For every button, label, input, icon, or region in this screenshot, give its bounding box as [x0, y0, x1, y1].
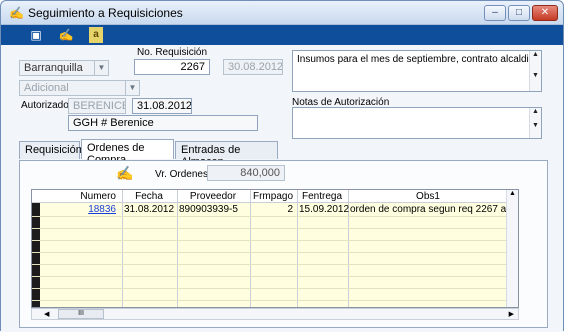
chevron-down-icon[interactable]: ▼ — [94, 61, 108, 75]
row-line — [32, 288, 518, 289]
scroll-right-icon[interactable]: ▶ — [509, 310, 514, 318]
descripcion-text: Insumos para el mes de septiembre, contr… — [297, 54, 535, 65]
sign-icon[interactable]: ✍ — [57, 27, 75, 43]
sign-icon: ✍ — [116, 165, 134, 181]
row-line — [32, 264, 518, 265]
app-window: ✍ Seguimiento a Requisiciones – □ ✕ ▣ ✍ … — [0, 0, 564, 332]
ordenes-tab-panel: ✍ Vr. Ordenes 840,000 Numero Fecha Prove… — [19, 160, 548, 328]
tab-ordenes-de-compra[interactable]: Ordenes de Compra — [81, 139, 174, 166]
no-requisicion-field[interactable]: 2267 — [134, 59, 210, 75]
notas-memo[interactable]: ▲ ▼ — [292, 107, 542, 139]
cell-proveedor: 890903939-5 — [179, 204, 238, 215]
window-title: Seguimiento a Requisiciones — [28, 6, 183, 20]
cell-frmpago: 2 — [287, 204, 293, 215]
row-line — [32, 276, 518, 277]
memo-scrollbar[interactable]: ▲ ▼ — [529, 108, 541, 138]
cell-obs1: orden de compra segun req 2267 alcaldi — [350, 204, 506, 215]
main-panel: No. Requisición Barranquilla ▼ 2267 30.0… — [1, 45, 563, 332]
minimize-button[interactable]: – — [484, 5, 506, 21]
cell-numero[interactable]: 18836 — [42, 204, 120, 215]
tab-requisicion[interactable]: Requisición — [19, 141, 82, 159]
grid-header: Numero Fecha Proveedor Frmpago Fentrega … — [32, 190, 518, 203]
row-header-column — [32, 190, 40, 307]
col-frmpago[interactable]: Frmpago — [251, 191, 295, 202]
numero-link[interactable]: 18836 — [88, 204, 116, 215]
autorizado-user-field[interactable]: BERENICE — [68, 98, 126, 114]
col-obs1[interactable]: Obs1 — [349, 191, 507, 202]
row-line — [32, 252, 518, 253]
grid-horizontal-scrollbar[interactable]: ◀ III ▶ — [31, 308, 519, 320]
no-requisicion-label: No. Requisición — [137, 47, 208, 58]
row-line — [32, 240, 518, 241]
cell-fentrega: 15.09.2012 — [299, 204, 349, 215]
maximize-button[interactable]: □ — [508, 5, 530, 21]
fecha-field[interactable]: 30.08.2012 — [223, 59, 283, 75]
table-row[interactable]: 18836 31.08.2012 890903939-5 2 15.09.201… — [40, 204, 508, 216]
autorizado-name-field[interactable]: GGH # Berenice — [68, 115, 258, 131]
city-value: Barranquilla — [24, 62, 83, 74]
scroll-left-icon[interactable]: ◀ — [44, 310, 49, 318]
adicional-value: Adicional — [24, 82, 69, 94]
adicional-combo[interactable]: Adicional ▼ — [19, 80, 140, 96]
col-fecha[interactable]: Fecha — [123, 191, 175, 202]
ordenes-grid: Numero Fecha Proveedor Frmpago Fentrega … — [31, 189, 519, 308]
vr-ordenes-field: 840,000 — [207, 165, 285, 181]
app-icon: ✍ — [9, 6, 24, 20]
tab-entradas-de-almacen[interactable]: Entradas de Almacen — [175, 141, 278, 168]
row-line — [32, 300, 518, 301]
chevron-down-icon[interactable]: ▼ — [125, 81, 139, 95]
close-button[interactable]: ✕ — [532, 5, 558, 21]
city-combo[interactable]: Barranquilla ▼ — [19, 60, 109, 76]
memo-scrollbar[interactable]: ▲ ▼ — [529, 51, 541, 91]
descripcion-memo[interactable]: Insumos para el mes de septiembre, contr… — [292, 50, 542, 92]
a-icon[interactable]: a — [89, 27, 103, 43]
toolbar: ▣ ✍ a — [1, 25, 563, 45]
autorizado-label: Autorizado — [21, 100, 69, 111]
col-proveedor[interactable]: Proveedor — [178, 191, 248, 202]
vr-ordenes-label: Vr. Ordenes — [155, 169, 208, 180]
row-line — [32, 216, 518, 217]
autorizado-fecha-field[interactable]: 31.08.2012 — [132, 98, 192, 114]
monitor-icon[interactable]: ▣ — [27, 27, 45, 43]
scroll-thumb[interactable]: III — [58, 309, 104, 319]
col-fentrega[interactable]: Fentrega — [298, 191, 346, 202]
cell-fecha: 31.08.2012 — [124, 204, 175, 215]
title-bar: ✍ Seguimiento a Requisiciones – □ ✕ — [1, 1, 563, 25]
row-line — [32, 228, 518, 229]
grid-vertical-scrollbar[interactable]: ▲ — [506, 190, 518, 307]
col-numero[interactable]: Numero — [42, 191, 120, 202]
